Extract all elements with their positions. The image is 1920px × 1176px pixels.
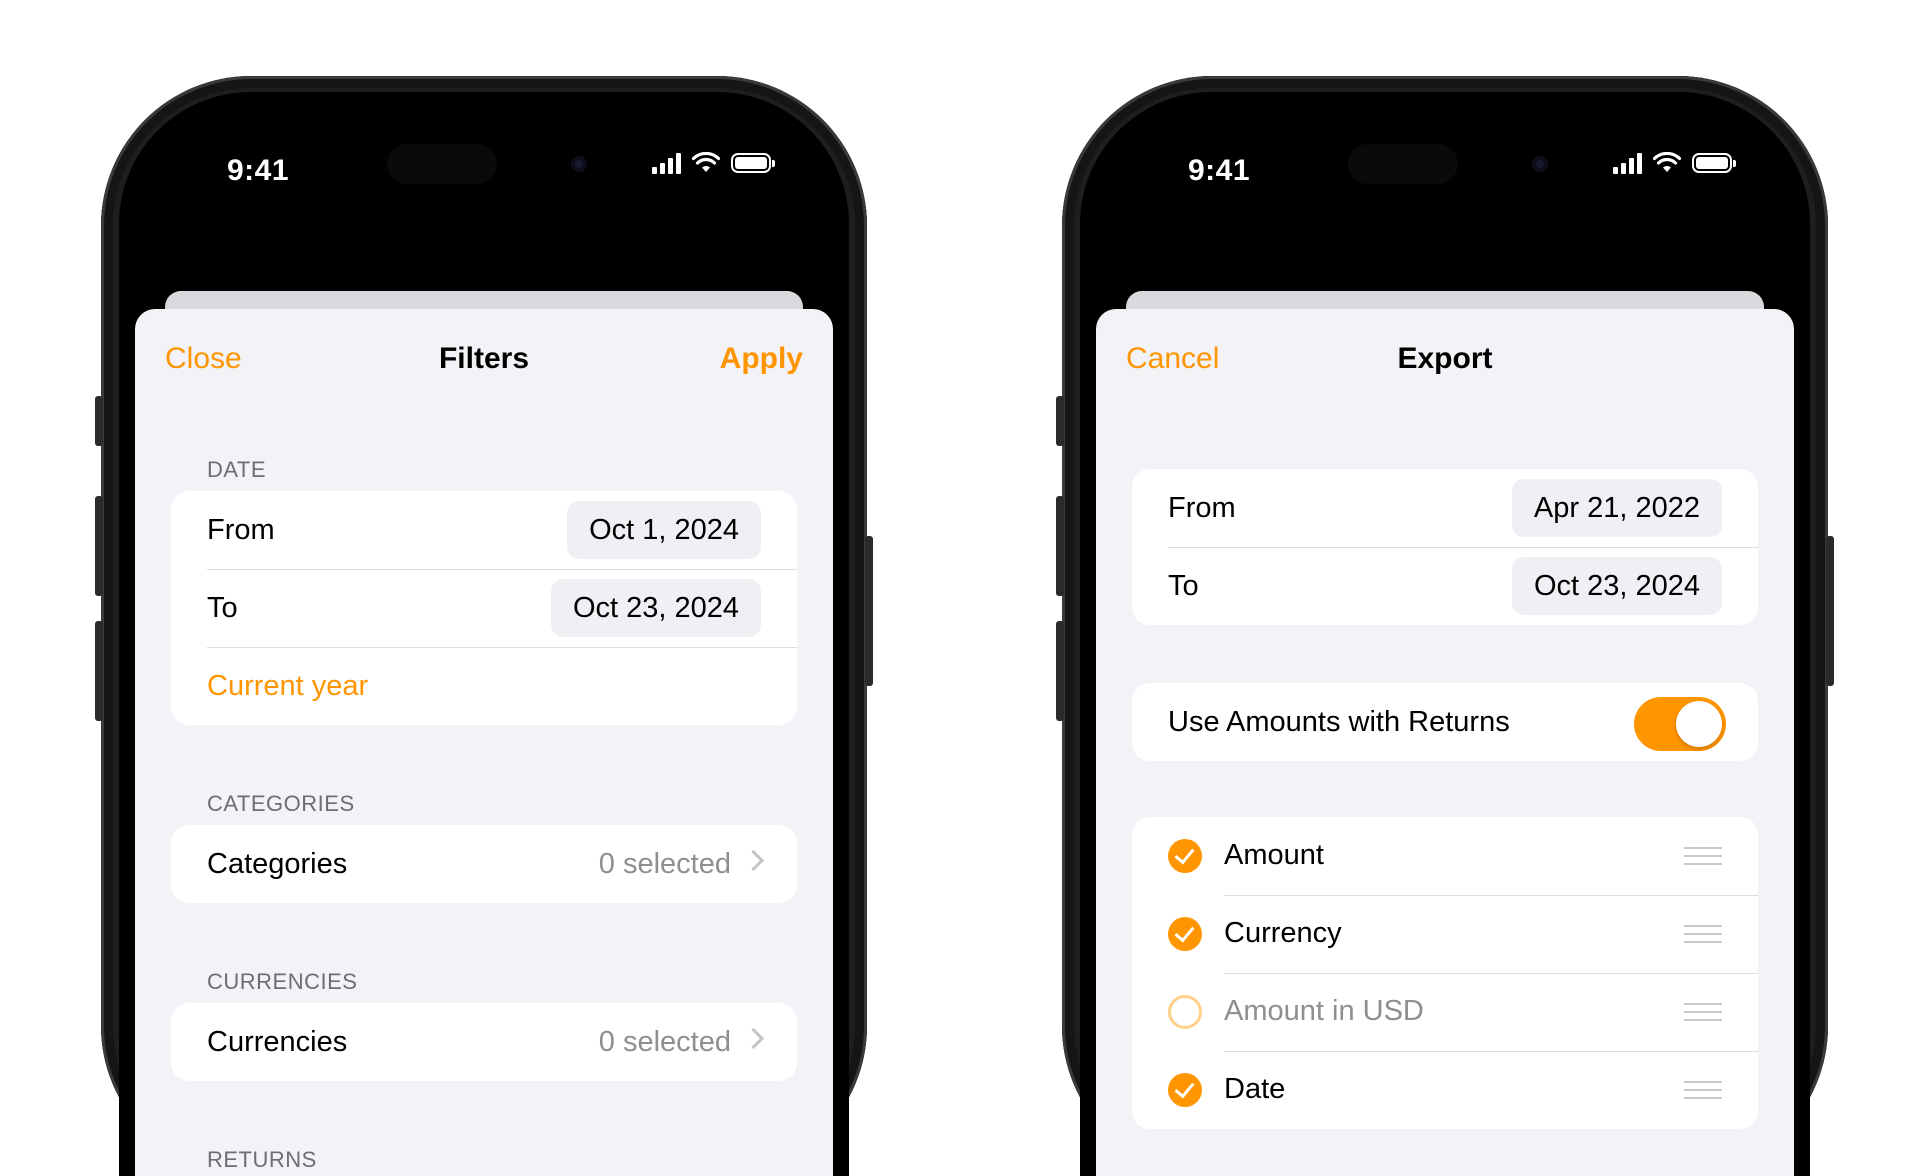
field-label: Date — [1224, 1073, 1286, 1105]
field-label: Amount — [1224, 839, 1324, 871]
chevron-right-icon — [742, 849, 765, 872]
currencies-section-header: CURRENCIES — [207, 969, 358, 994]
categories-value: 0 selected — [598, 847, 731, 880]
status-time: 9:41 — [1188, 154, 1251, 187]
dynamic-island — [387, 144, 497, 184]
status-icons — [652, 152, 775, 174]
from-date-picker[interactable]: Apr 21, 2022 — [1511, 479, 1722, 537]
battery-icon — [1692, 153, 1736, 173]
field-row-date[interactable]: Date — [1132, 1051, 1758, 1129]
screen: 9:41 Cancel Export From Apr 21, 2022 To … — [1080, 92, 1810, 1176]
to-label: To — [1168, 569, 1199, 602]
drag-handle-icon[interactable] — [1684, 1003, 1722, 1027]
toggle-label: Use Amounts with Returns — [1168, 705, 1510, 738]
checkmark-circle-icon[interactable] — [1168, 1073, 1202, 1107]
drag-handle-icon[interactable] — [1684, 925, 1722, 949]
categories-group: Categories 0 selected — [171, 825, 797, 903]
from-row: From Oct 1, 2024 — [171, 491, 797, 569]
wifi-icon — [1652, 152, 1682, 172]
from-row: From Apr 21, 2022 — [1132, 469, 1758, 547]
to-date-picker[interactable]: Oct 23, 2024 — [550, 579, 761, 637]
to-label: To — [207, 591, 238, 624]
screen: 9:41 Close Filters Apply DATE From Oct 1… — [119, 92, 849, 1176]
nav-bar: Cancel Export — [1096, 309, 1794, 399]
checkmark-circle-icon[interactable] — [1168, 917, 1202, 951]
to-date-picker[interactable]: Oct 23, 2024 — [1511, 557, 1722, 615]
currencies-row[interactable]: Currencies 0 selected — [171, 1003, 797, 1081]
chevron-right-icon — [742, 1027, 765, 1050]
from-label: From — [207, 513, 275, 546]
field-label: Amount in USD — [1224, 995, 1424, 1027]
phone-frame-export: 9:41 Cancel Export From Apr 21, 2022 To … — [1056, 76, 1834, 1176]
export-sheet: Cancel Export From Apr 21, 2022 To Oct 2… — [1096, 309, 1794, 1176]
date-group: From Oct 1, 2024 To Oct 23, 2024 Current… — [171, 491, 797, 725]
drag-handle-icon[interactable] — [1684, 1081, 1722, 1105]
checkmark-circle-icon[interactable] — [1168, 839, 1202, 873]
dynamic-island — [1348, 144, 1458, 184]
field-row-amount[interactable]: Amount — [1132, 817, 1758, 895]
drag-handle-icon[interactable] — [1684, 847, 1722, 871]
power-button — [1826, 536, 1834, 686]
currencies-group: Currencies 0 selected — [171, 1003, 797, 1081]
from-date-picker[interactable]: Oct 1, 2024 — [567, 501, 761, 559]
side-button — [1056, 396, 1064, 446]
currencies-value: 0 selected — [598, 1025, 731, 1058]
camera-icon — [571, 156, 587, 172]
from-label: From — [1168, 491, 1236, 524]
signal-icon — [652, 152, 681, 174]
fields-group: Amount Currency Amount in USD Date — [1132, 817, 1758, 1129]
returns-section-header: RETURNS — [207, 1147, 317, 1172]
to-row: To Oct 23, 2024 — [171, 569, 797, 647]
date-section-header: DATE — [207, 457, 267, 482]
volume-down-button — [1056, 621, 1064, 721]
battery-icon — [731, 153, 775, 173]
nav-bar: Close Filters Apply — [135, 309, 833, 399]
empty-circle-icon[interactable] — [1168, 995, 1202, 1029]
wifi-icon — [691, 152, 721, 172]
use-amounts-with-returns-row: Use Amounts with Returns — [1132, 683, 1758, 761]
camera-icon — [1532, 156, 1548, 172]
use-amounts-with-returns-toggle[interactable] — [1634, 697, 1726, 751]
field-row-amount-in-usd[interactable]: Amount in USD — [1132, 973, 1758, 1051]
returns-toggle-group: Use Amounts with Returns — [1132, 683, 1758, 761]
status-time: 9:41 — [227, 154, 290, 187]
volume-up-button — [1056, 496, 1064, 596]
current-year-label: Current year — [207, 669, 369, 702]
volume-up-button — [95, 496, 103, 596]
side-button — [95, 396, 103, 446]
filters-sheet: Close Filters Apply DATE From Oct 1, 202… — [135, 309, 833, 1176]
field-row-currency[interactable]: Currency — [1132, 895, 1758, 973]
power-button — [865, 536, 873, 686]
volume-down-button — [95, 621, 103, 721]
currencies-label: Currencies — [207, 1025, 348, 1058]
phone-frame-filters: 9:41 Close Filters Apply DATE From Oct 1… — [95, 76, 873, 1176]
status-icons — [1613, 152, 1736, 174]
categories-section-header: CATEGORIES — [207, 791, 355, 816]
signal-icon — [1613, 152, 1642, 174]
current-year-button[interactable]: Current year — [171, 647, 797, 725]
field-label: Currency — [1224, 917, 1342, 949]
categories-label: Categories — [207, 847, 348, 880]
apply-button[interactable]: Apply — [720, 342, 803, 376]
categories-row[interactable]: Categories 0 selected — [171, 825, 797, 903]
to-row: To Oct 23, 2024 — [1132, 547, 1758, 625]
date-range-group: From Apr 21, 2022 To Oct 23, 2024 — [1132, 469, 1758, 625]
page-title: Export — [1397, 342, 1493, 375]
